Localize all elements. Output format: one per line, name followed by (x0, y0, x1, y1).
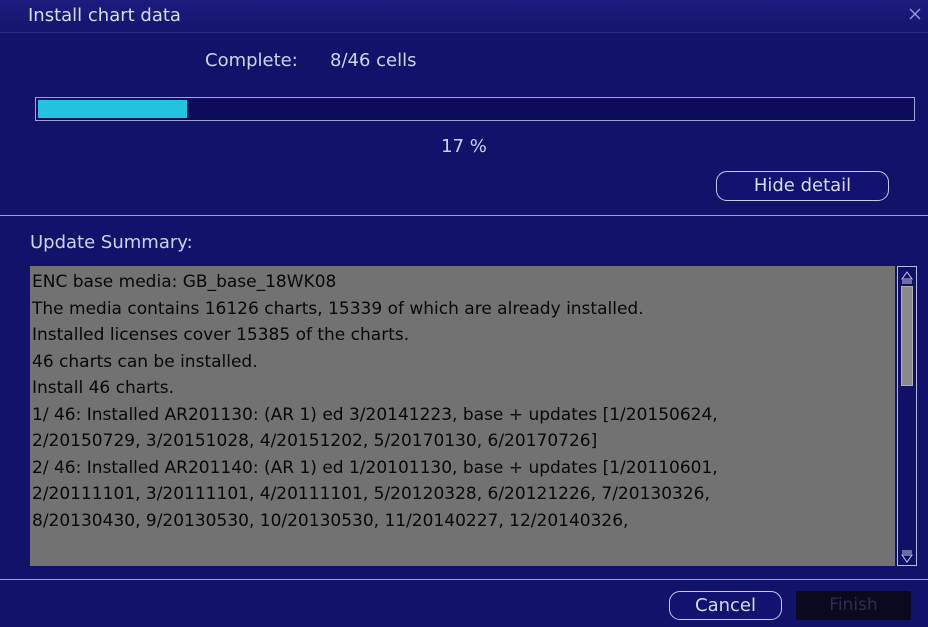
summary-line: 2/20150729, 3/20151028, 4/20151202, 5/20… (32, 431, 598, 451)
summary-line: 2/ 46: Installed AR201140: (AR 1) ed 1/2… (32, 457, 718, 478)
close-icon[interactable] (908, 6, 922, 20)
summary-line: Install 46 charts. (32, 378, 175, 398)
progress-bar-fill (38, 100, 187, 118)
scrollbar-thumb[interactable] (901, 286, 913, 386)
update-summary-label: Update Summary: (30, 232, 193, 253)
scroll-up-arrow-icon[interactable] (900, 269, 914, 284)
complete-value: 8/46 cells (330, 50, 417, 71)
update-summary-text-area[interactable]: ENC base media: GB_base_18WK08 The media… (30, 266, 895, 566)
summary-line: 8/20130430, 9/20130530, 10/20130530, 11/… (32, 510, 629, 531)
complete-label: Complete: (205, 50, 298, 71)
summary-line: ENC base media: GB_base_18WK08 (32, 272, 337, 292)
update-summary-lines: ENC base media: GB_base_18WK08 The media… (30, 269, 895, 534)
dialog-title: Install chart data (28, 5, 181, 26)
vertical-scrollbar[interactable] (897, 266, 917, 566)
progress-bar (35, 97, 915, 121)
summary-line: 46 charts can be installed. (32, 351, 258, 372)
install-chart-data-dialog: Install chart data Complete: 8/46 cells … (0, 0, 928, 627)
summary-line: 2/20111101, 3/20111101, 4/20111101, 5/20… (32, 484, 710, 504)
progress-percent: 17 % (441, 136, 487, 157)
scroll-down-arrow-icon[interactable] (900, 549, 914, 563)
hide-detail-button[interactable]: Hide detail (716, 171, 889, 201)
title-bar: Install chart data (0, 0, 928, 33)
divider (0, 579, 928, 580)
summary-line: Installed licenses cover 15385 of the ch… (32, 325, 410, 345)
finish-button[interactable]: Finish (796, 591, 911, 620)
summary-line: The media contains 16126 charts, 15339 o… (32, 298, 644, 319)
summary-line: 1/ 46: Installed AR201130: (AR 1) ed 3/2… (32, 404, 718, 425)
divider (0, 215, 928, 216)
cancel-button[interactable]: Cancel (669, 591, 782, 620)
